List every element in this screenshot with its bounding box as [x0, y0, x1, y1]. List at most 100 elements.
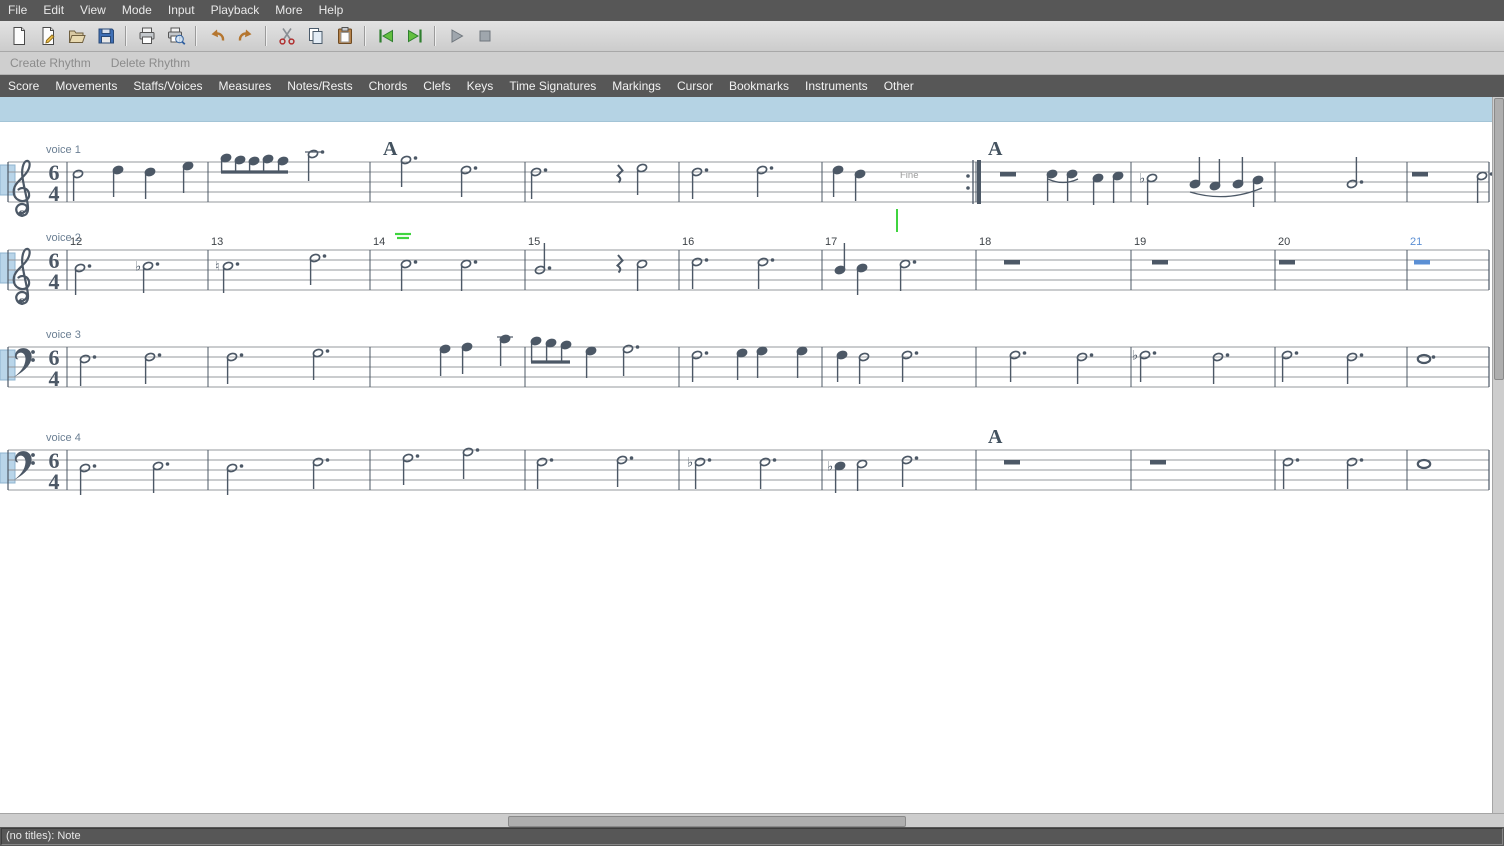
tab-other[interactable]: Other — [876, 75, 922, 97]
main-toolbar — [0, 21, 1504, 52]
tab-chords[interactable]: Chords — [361, 75, 416, 97]
measure-number: 12 — [70, 236, 82, 248]
measure-rest[interactable] — [1004, 460, 1020, 465]
measure-rest[interactable] — [1414, 260, 1430, 265]
tab-notes-rests[interactable]: Notes/Rests — [279, 75, 360, 97]
measure-rest[interactable] — [1000, 172, 1016, 177]
measure-number: 13 — [211, 236, 223, 248]
paste-button[interactable] — [331, 23, 358, 49]
menu-mode[interactable]: Mode — [114, 0, 160, 21]
vertical-scrollbar-thumb[interactable] — [1494, 98, 1504, 380]
bass-clef-icon[interactable] — [14, 451, 35, 480]
quarter-rest[interactable] — [618, 165, 623, 183]
measure-number: 20 — [1278, 236, 1290, 248]
staff-2: 864voice 2♭♮ — [0, 232, 1489, 308]
voice-label: voice 3 — [46, 329, 81, 341]
open-icon — [67, 26, 87, 46]
tab-keys[interactable]: Keys — [459, 75, 502, 97]
measure-number: 15 — [528, 236, 540, 248]
measure-rest[interactable] — [1150, 460, 1166, 465]
voice-label: voice 4 — [46, 432, 81, 444]
measure-number: 21 — [1410, 236, 1422, 248]
copy-button[interactable] — [302, 23, 329, 49]
menu-edit[interactable]: Edit — [35, 0, 72, 21]
tab-cursor[interactable]: Cursor — [669, 75, 721, 97]
go-last-button[interactable] — [401, 23, 428, 49]
save-button[interactable] — [92, 23, 119, 49]
print-button[interactable] — [133, 23, 160, 49]
tab-measures[interactable]: Measures — [211, 75, 280, 97]
undo-button[interactable] — [203, 23, 230, 49]
menu-more[interactable]: More — [267, 0, 310, 21]
tab-bookmarks[interactable]: Bookmarks — [721, 75, 797, 97]
accidental: ♭ — [827, 460, 833, 475]
category-bar: ScoreMovementsStaffs/VoicesMeasuresNotes… — [0, 75, 1504, 97]
tab-instruments[interactable]: Instruments — [797, 75, 876, 97]
menu-view[interactable]: View — [72, 0, 114, 21]
print-icon — [137, 26, 157, 46]
save-icon — [96, 26, 116, 46]
menu-help[interactable]: Help — [311, 0, 352, 21]
rehearsal-mark[interactable]: A — [383, 138, 398, 160]
whole-note[interactable] — [1418, 355, 1430, 363]
go-first-button[interactable] — [372, 23, 399, 49]
tab-markings[interactable]: Markings — [604, 75, 669, 97]
cut-icon — [277, 26, 297, 46]
measure-rest[interactable] — [1412, 172, 1428, 177]
measure-number: 18 — [979, 236, 991, 248]
toolbar-separator — [434, 26, 436, 46]
measure-number: 17 — [825, 236, 837, 248]
stop-button[interactable] — [471, 23, 498, 49]
tab-clefs[interactable]: Clefs — [415, 75, 458, 97]
cut-button[interactable] — [273, 23, 300, 49]
create-rhythm-button[interactable]: Create Rhythm — [0, 56, 101, 70]
accidental: ♭ — [1132, 349, 1138, 364]
tab-staffs-voices[interactable]: Staffs/Voices — [125, 75, 210, 97]
accidental: ♮ — [215, 260, 220, 275]
go-first-icon — [376, 26, 396, 46]
measure-number: 19 — [1134, 236, 1146, 248]
time-signature-denominator: 4 — [49, 269, 60, 294]
open-button[interactable] — [63, 23, 90, 49]
measure-rest[interactable] — [1004, 260, 1020, 265]
horizontal-scrollbar-thumb[interactable] — [508, 816, 906, 827]
play-icon — [446, 26, 466, 46]
accidental: ♭ — [135, 260, 141, 275]
treble-clef-icon[interactable] — [14, 161, 30, 216]
measure-number: 14 — [373, 236, 385, 248]
rehearsal-mark[interactable]: A — [988, 138, 1003, 160]
measure-rest[interactable] — [1152, 260, 1168, 265]
whole-note[interactable] — [1418, 460, 1430, 468]
tab-score[interactable]: Score — [0, 75, 47, 97]
delete-rhythm-button[interactable]: Delete Rhythm — [101, 56, 200, 70]
vertical-scrollbar[interactable] — [1492, 97, 1504, 813]
play-button[interactable] — [442, 23, 469, 49]
new-from-template-button[interactable] — [34, 23, 61, 49]
menu-playback[interactable]: Playback — [203, 0, 268, 21]
measure-number: 16 — [682, 236, 694, 248]
bass-clef-icon[interactable] — [14, 348, 35, 377]
horizontal-scrollbar[interactable] — [0, 813, 1504, 827]
rhythm-toolbar: Create Rhythm Delete Rhythm — [0, 52, 1504, 75]
score-canvas: 864voice 1♭864voice 2♭♮64voice 3♭64voice… — [0, 97, 1492, 813]
print-preview-button[interactable] — [162, 23, 189, 49]
menu-file[interactable]: File — [0, 0, 35, 21]
treble-clef-icon[interactable] — [14, 249, 30, 304]
staff-4: 64voice 4♭♭ — [0, 432, 1489, 495]
time-signature-denominator: 4 — [49, 181, 60, 206]
rehearsal-mark[interactable]: A — [988, 426, 1003, 448]
score-area: 864voice 1♭864voice 2♭♮64voice 3♭64voice… — [0, 97, 1504, 813]
new-score-icon — [9, 26, 29, 46]
menu-input[interactable]: Input — [160, 0, 203, 21]
measure-rest[interactable] — [1279, 260, 1295, 265]
voice-label: voice 1 — [46, 144, 81, 156]
clef-octave-8: 8 — [20, 209, 25, 220]
redo-button[interactable] — [232, 23, 259, 49]
tab-time-signatures[interactable]: Time Signatures — [501, 75, 604, 97]
go-last-icon — [405, 26, 425, 46]
tab-movements[interactable]: Movements — [47, 75, 125, 97]
time-signature-denominator: 4 — [49, 469, 60, 494]
new-score-button[interactable] — [5, 23, 32, 49]
clef-octave-8: 8 — [20, 297, 25, 308]
fine-label: Fine — [900, 170, 918, 181]
